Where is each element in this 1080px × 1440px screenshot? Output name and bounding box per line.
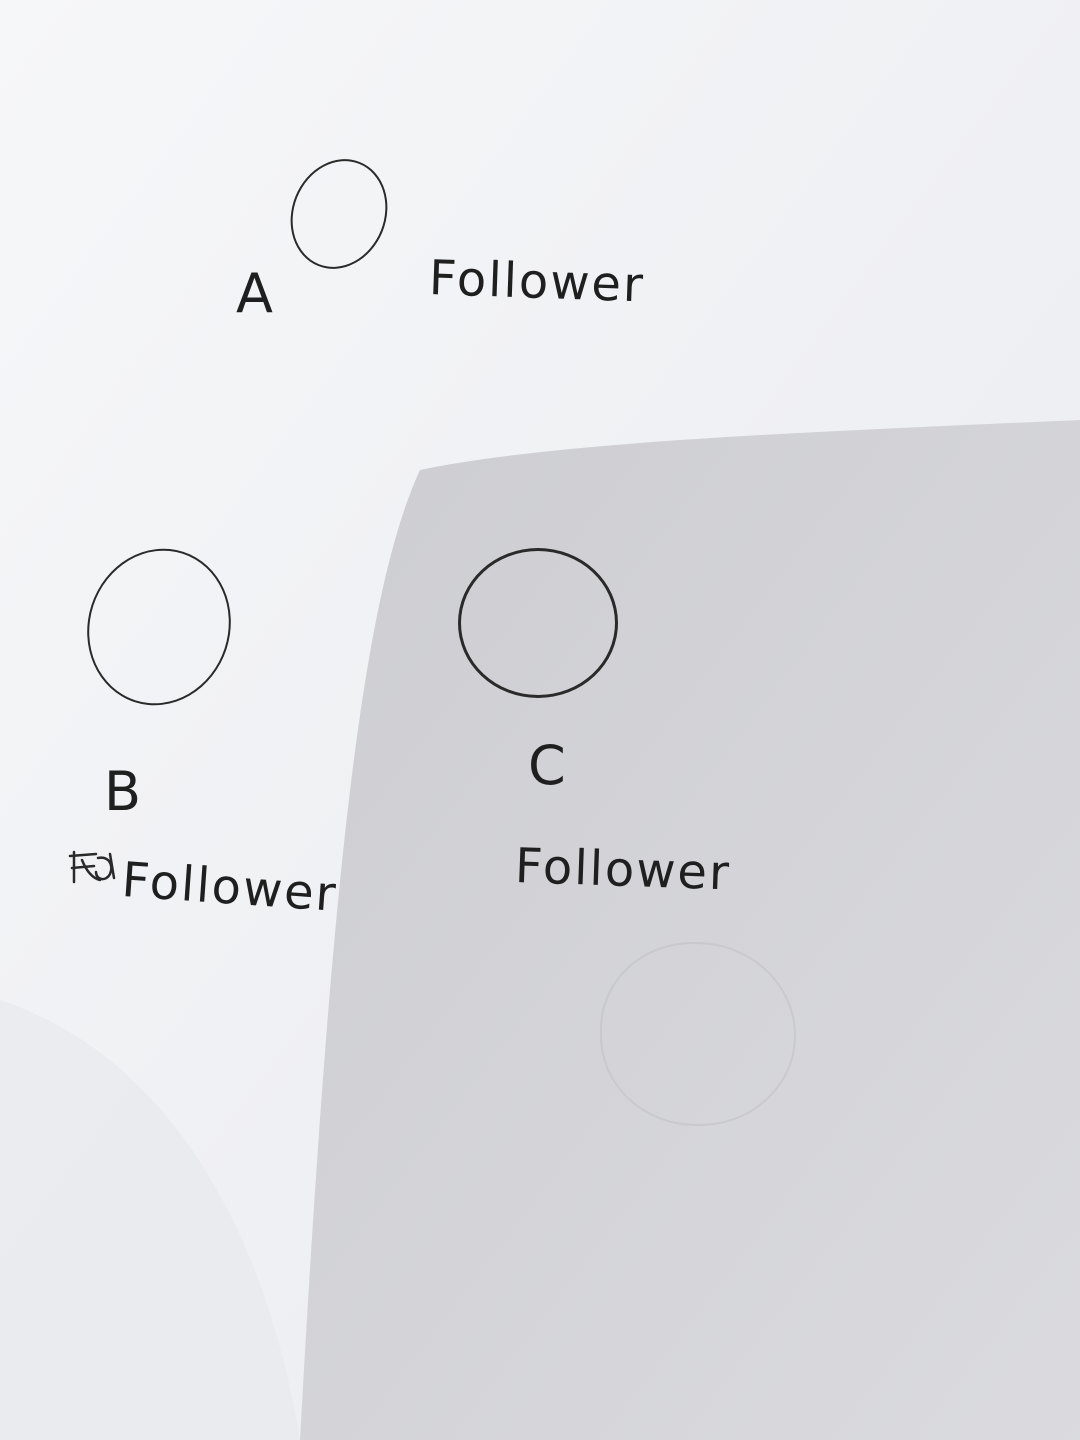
node-a-label: A — [236, 262, 275, 325]
node-a-role: Follower — [428, 250, 646, 314]
paper-sheet: A Follower B Follower C Follower — [0, 0, 1080, 1440]
node-c-circle — [458, 548, 618, 698]
node-c-role: Follower — [514, 838, 732, 902]
faint-erased-circle — [600, 942, 796, 1126]
node-b-label: B — [104, 760, 144, 823]
scribble-crossed-out-mark — [68, 850, 116, 884]
paper-background — [0, 0, 1080, 1440]
node-c-label: C — [528, 734, 568, 797]
